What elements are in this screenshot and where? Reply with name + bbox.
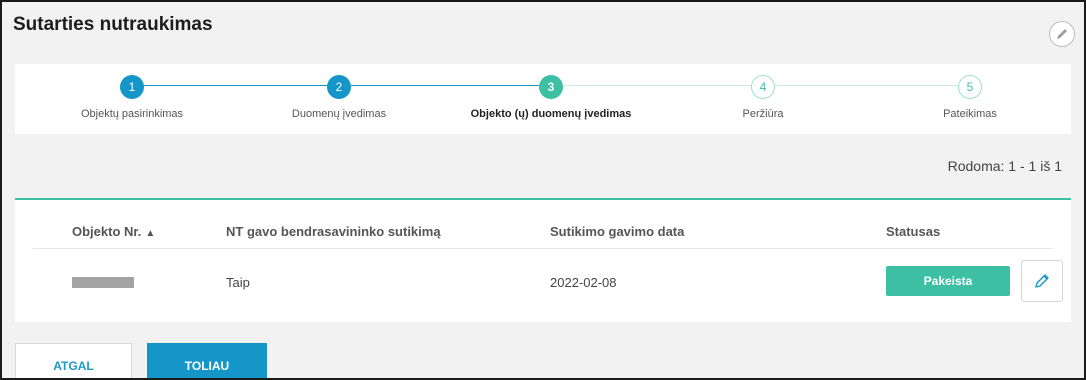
step-connector-4-5: [775, 85, 968, 86]
column-header-object-nr[interactable]: Objekto Nr. ▲: [72, 224, 155, 239]
step-4-label: Peržiūra: [742, 108, 784, 120]
step-5-circle[interactable]: 5: [958, 75, 982, 99]
column-header-consent: NT gavo bendrasavininko sutikimą: [226, 224, 441, 239]
step-5-label: Pateikimas: [943, 108, 997, 120]
step-2-circle[interactable]: 2: [327, 75, 351, 99]
table-header-divider: [33, 248, 1053, 249]
step-2-number: 2: [335, 80, 343, 94]
column-header-status: Statusas: [886, 224, 941, 239]
status-badge[interactable]: Pakeista: [886, 266, 1010, 296]
step-4-circle[interactable]: 4: [751, 75, 775, 99]
step-1-number: 1: [128, 80, 136, 94]
next-button[interactable]: TOLIAU: [147, 343, 267, 378]
row-edit-button[interactable]: [1021, 260, 1063, 302]
step-3-number: 3: [547, 80, 555, 94]
step-1-label: Objektų pasirinkimas: [80, 108, 184, 120]
object-number-redacted: [72, 277, 134, 288]
page-title: Sutarties nutraukimas: [13, 14, 213, 35]
step-4-number: 4: [759, 80, 767, 94]
step-5-number: 5: [966, 80, 974, 94]
consent-cell: Taip: [226, 275, 250, 290]
app-frame: Sutarties nutraukimas 1 Objektų pasirink…: [0, 0, 1086, 380]
column-header-label: Objekto Nr.: [72, 224, 142, 239]
pagination-summary: Rodoma: 1 - 1 iš 1: [947, 158, 1062, 174]
pencil-icon: [1035, 274, 1049, 288]
step-connector-3-4: [564, 85, 762, 86]
step-connector-2-3: [351, 85, 550, 86]
date-cell: 2022-02-08: [550, 275, 617, 290]
step-2-label: Duomenų įvedimas: [291, 108, 387, 120]
step-3-label: Objekto (ų) duomenų įvedimas: [470, 108, 632, 120]
step-connector-1-2: [138, 85, 337, 86]
objects-table: Objekto Nr. ▲ NT gavo bendrasavininko sut…: [15, 198, 1071, 322]
back-button[interactable]: ATGAL: [15, 343, 132, 378]
stepper: 1 Objektų pasirinkimas 2 Duomenų įvedima…: [15, 64, 1071, 134]
sort-ascending-icon: ▲: [145, 228, 156, 239]
column-header-date: Sutikimo gavimo data: [550, 224, 685, 239]
step-1-circle[interactable]: 1: [120, 75, 144, 99]
page-header: Sutarties nutraukimas: [2, 2, 1084, 52]
step-3-circle[interactable]: 3: [539, 75, 563, 99]
pencil-icon: [1057, 29, 1067, 39]
header-edit-button[interactable]: [1049, 21, 1075, 47]
